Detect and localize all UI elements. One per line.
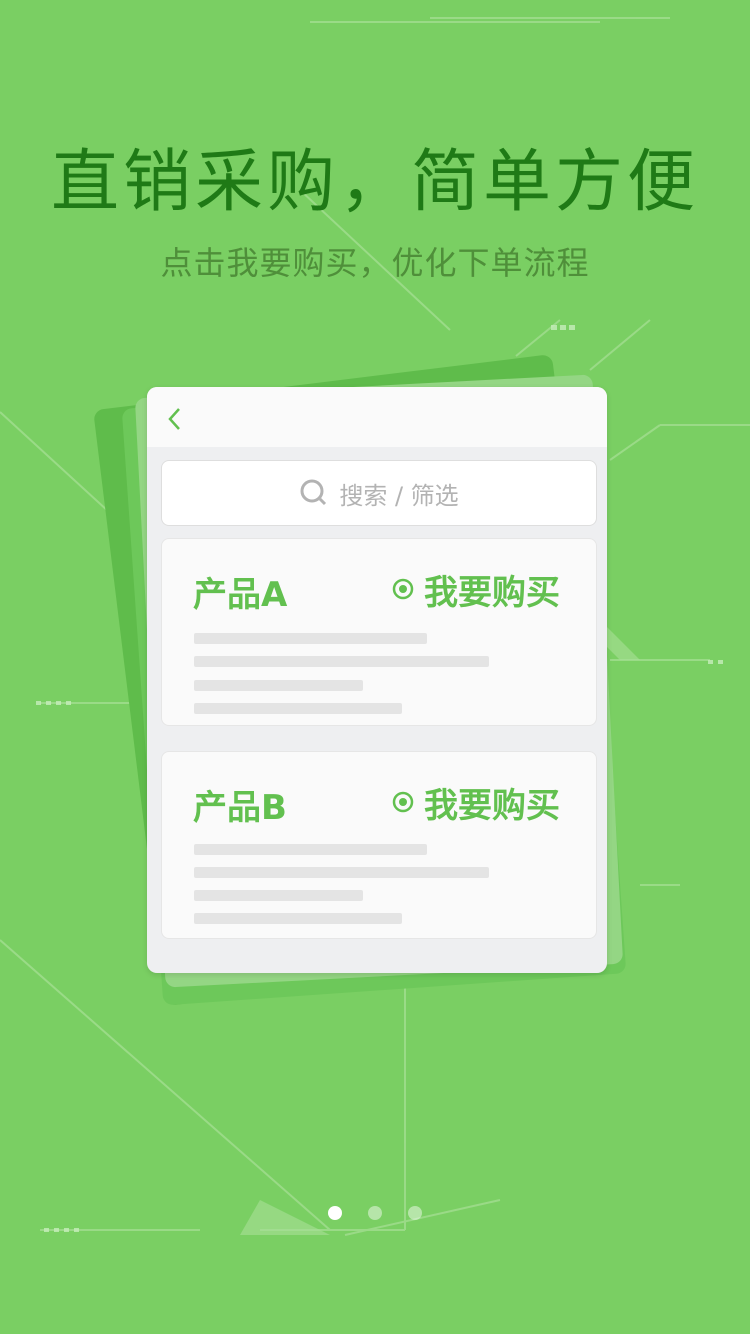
- page-dot-1[interactable]: [328, 1206, 342, 1220]
- product-name: 产品A: [193, 575, 288, 615]
- product-card: 产品B 我要购买: [161, 751, 597, 939]
- search-input[interactable]: 搜索 / 筛选: [161, 460, 597, 526]
- chevron-left-icon: [168, 408, 180, 430]
- radio-selected-icon: [392, 578, 414, 600]
- phone-card-preview: 搜索 / 筛选 产品A 我要购买 产品B 我要购买: [147, 387, 607, 973]
- placeholder-line: [194, 844, 427, 855]
- placeholder-line: [194, 680, 363, 691]
- search-icon: [300, 479, 327, 506]
- buy-button[interactable]: 我要购买: [392, 567, 560, 613]
- search-placeholder: 搜索 / 筛选: [339, 481, 459, 510]
- page-dot-3[interactable]: [408, 1206, 422, 1220]
- placeholder-line: [194, 913, 402, 924]
- buy-button-label: 我要购买: [424, 572, 560, 613]
- radio-selected-icon: [392, 791, 414, 813]
- placeholder-line: [194, 633, 427, 644]
- placeholder-line: [194, 890, 363, 901]
- placeholder-line: [194, 703, 402, 714]
- product-card: 产品A 我要购买: [161, 538, 597, 726]
- placeholder-line: [194, 656, 489, 667]
- page-indicator: [0, 1206, 750, 1222]
- buy-button[interactable]: 我要购买: [392, 780, 560, 826]
- hero-subtitle: 点击我要购买，优化下单流程: [160, 244, 590, 282]
- back-button[interactable]: [165, 405, 191, 433]
- card-nav-bar: [147, 387, 607, 447]
- page-dot-2[interactable]: [368, 1206, 382, 1220]
- product-name: 产品B: [193, 788, 287, 828]
- hero-title: 直销采购，简单方便: [50, 143, 699, 222]
- placeholder-line: [194, 867, 489, 878]
- buy-button-label: 我要购买: [424, 785, 560, 826]
